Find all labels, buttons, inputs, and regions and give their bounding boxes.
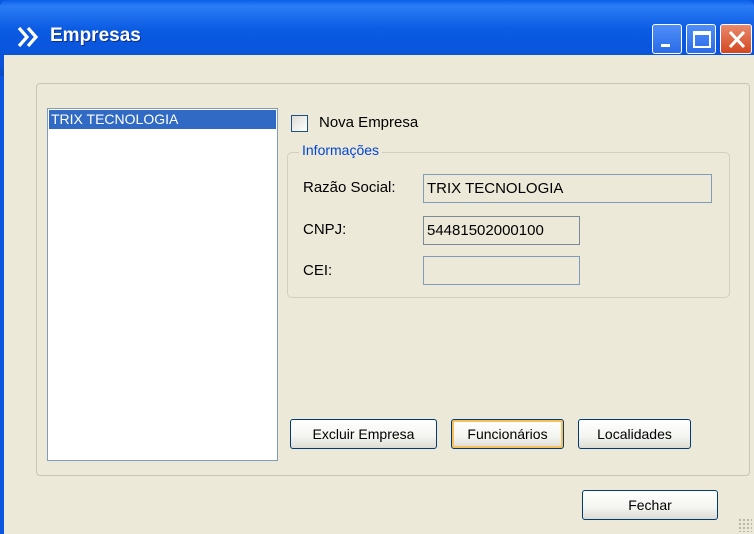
list-item[interactable]: TRIX TECNOLOGIA [49,110,276,129]
close-button[interactable] [720,24,752,54]
maximize-button[interactable] [686,24,716,54]
chevron-right-icon [17,26,39,48]
funcionarios-button[interactable]: Funcionários [451,419,564,449]
informacoes-group-title: Informações [299,142,383,158]
company-listbox[interactable]: TRIX TECNOLOGIA [47,108,278,461]
minimize-icon [661,44,670,47]
cnpj-field[interactable]: 54481502000100 [423,216,580,245]
main-panel: TRIX TECNOLOGIA Nova Empresa Informações… [36,83,750,476]
fechar-button[interactable]: Fechar [582,490,718,520]
razao-social-field[interactable]: TRIX TECNOLOGIA [423,174,712,203]
window-client-area: TRIX TECNOLOGIA Nova Empresa Informações… [4,55,754,534]
cei-field[interactable] [423,256,580,285]
nova-empresa-checkbox[interactable] [291,115,308,132]
cnpj-label: CNPJ: [303,221,347,238]
close-icon [728,30,746,49]
window-title: Empresas [50,25,141,46]
cei-label: CEI: [303,262,333,279]
razao-social-label: Razão Social: [303,179,396,196]
resize-grip[interactable] [738,518,752,532]
nova-empresa-label[interactable]: Nova Empresa [319,114,418,131]
maximize-icon [693,31,711,48]
empresas-window: Empresas TRIX TECNOLOGIA Nova Empresa In… [0,0,754,534]
minimize-button[interactable] [652,24,682,54]
excluir-empresa-button[interactable]: Excluir Empresa [290,419,437,449]
localidades-button[interactable]: Localidades [578,419,691,449]
